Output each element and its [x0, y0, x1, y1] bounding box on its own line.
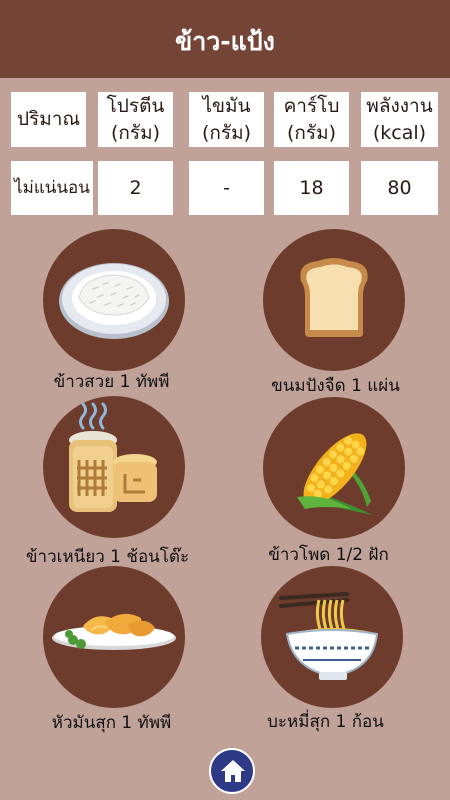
food-label-bread: ขนมปังจืด 1 แผ่น	[271, 376, 400, 396]
header-cell-quantity: ปริมาณ	[11, 92, 86, 147]
food-label-potato: หัวมันสุก 1 ทัพพี	[51, 713, 172, 733]
sticky-rice-basket-icon	[69, 402, 157, 512]
food-item-corn[interactable]	[263, 397, 405, 539]
header-carb-unit: (กรัม)	[286, 121, 337, 144]
header-fat-label: ไขมัน	[202, 94, 251, 117]
header-cell-fat: ไขมัน (กรัม)	[189, 92, 264, 147]
home-icon	[221, 760, 245, 782]
header-cell-carb: คาร์โบ (กรัม)	[274, 92, 349, 147]
food-item-rice[interactable]	[43, 229, 185, 371]
page-title: ข้าว-แป้ง	[175, 27, 275, 56]
food-item-sticky-rice[interactable]	[43, 396, 185, 538]
food-label-noodles: บะหมี่สุก 1 ก้อน	[267, 712, 384, 732]
cooked-potato-icon	[52, 613, 176, 650]
header-quantity-label: ปริมาณ	[16, 108, 81, 130]
food-label-rice: ข้าวสวย 1 ทัพพี	[53, 372, 170, 392]
food-item-bread[interactable]	[263, 229, 405, 371]
home-button[interactable]	[209, 748, 255, 794]
header-energy-unit: (kcal)	[372, 121, 427, 144]
header-carb-label: คาร์โบ	[283, 94, 340, 117]
food-item-noodles[interactable]	[261, 566, 403, 708]
noodle-bowl-icon	[279, 592, 379, 680]
food-item-potato[interactable]	[43, 566, 185, 708]
header-protein-unit: (กรัม)	[110, 121, 161, 144]
food-label-corn: ข้าวโพด 1/2 ฝัก	[268, 545, 389, 565]
app-header: ข้าว-แป้ง	[0, 0, 450, 78]
value-energy: 80	[361, 161, 438, 215]
header-protein-label: โปรตีน	[106, 94, 165, 117]
header-cell-energy: พลังงาน (kcal)	[361, 92, 438, 147]
rice-plate-icon	[59, 263, 169, 339]
bread-slice-icon	[300, 258, 368, 337]
value-protein: 2	[98, 161, 173, 215]
value-fat: -	[189, 161, 264, 215]
header-cell-protein: โปรตีน (กรัม)	[98, 92, 173, 147]
header-energy-label: พลังงาน	[366, 94, 433, 117]
corn-icon	[297, 433, 373, 515]
value-carb: 18	[274, 161, 349, 215]
value-quantity: ไม่แน่นอน	[11, 161, 93, 215]
header-fat-unit: (กรัม)	[201, 121, 252, 144]
